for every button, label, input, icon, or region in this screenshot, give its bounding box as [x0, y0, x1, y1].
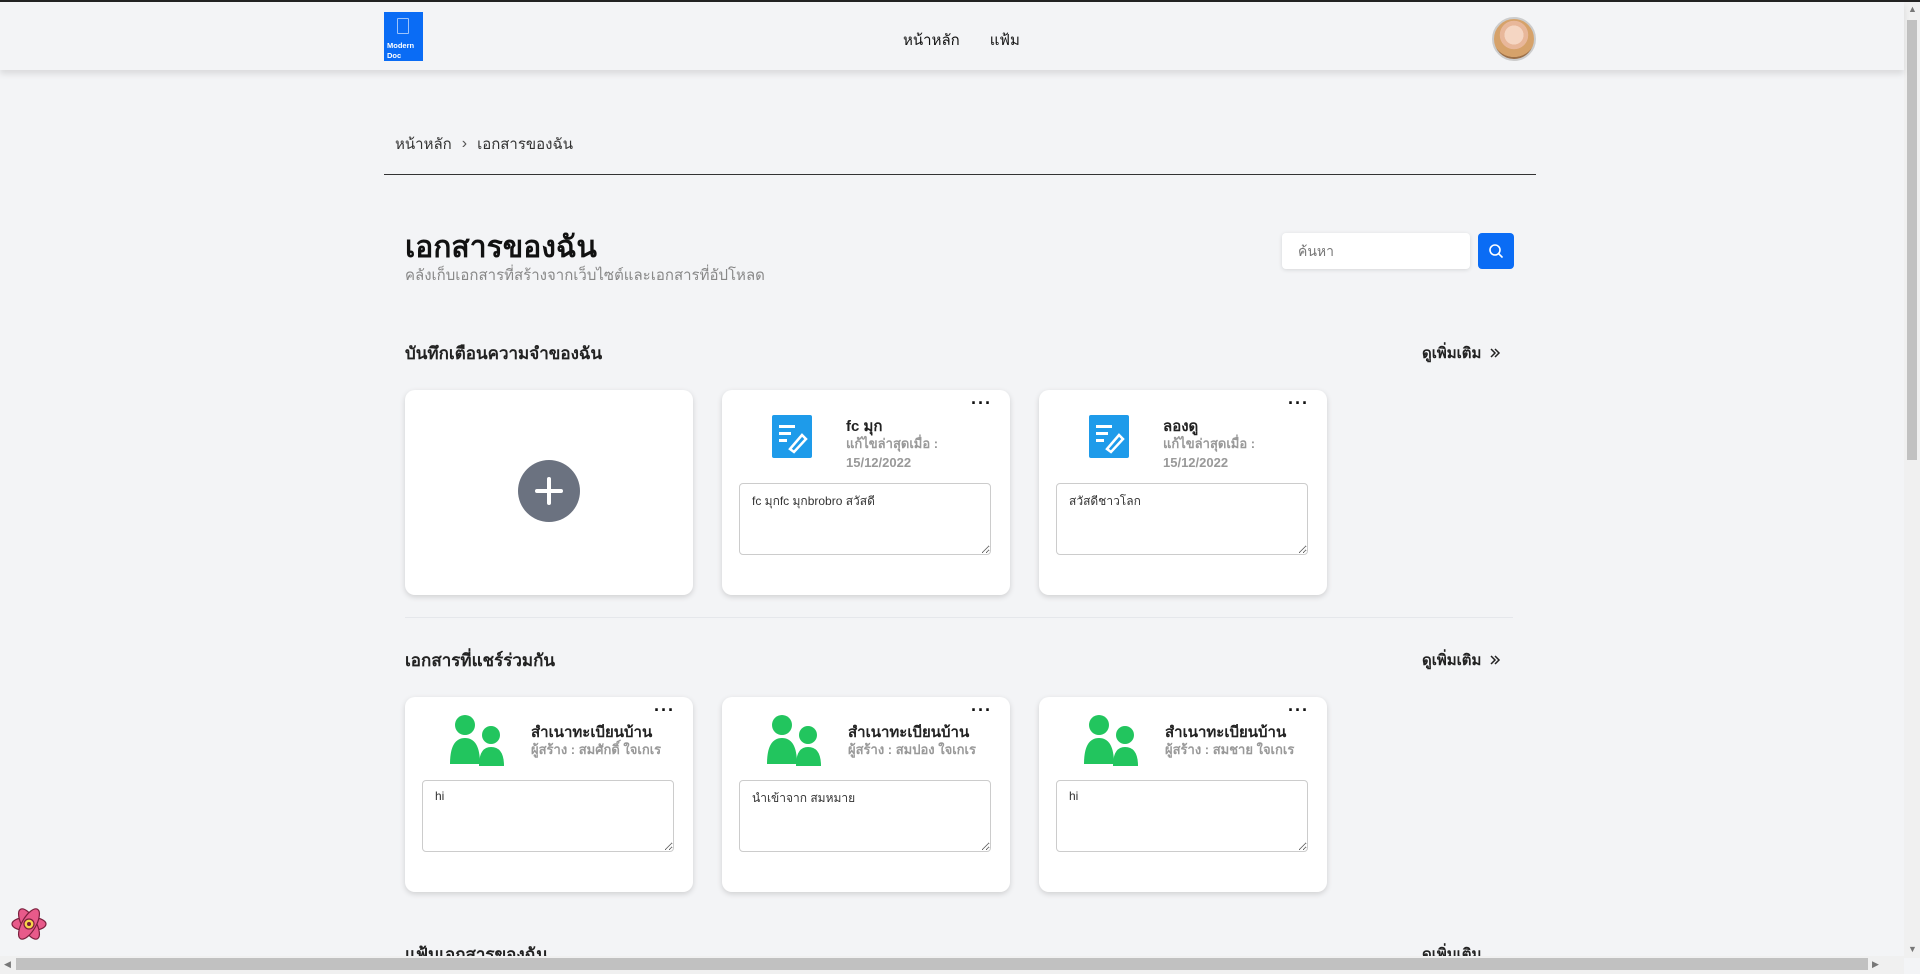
note-edit-icon: [772, 415, 812, 458]
plus-icon: [535, 477, 563, 505]
shared-doc-card[interactable]: ··· สำเนาทะเบียนบ้าน ผู้สร้าง : สมปอง ใจ…: [722, 697, 1010, 892]
more-options-icon[interactable]: ···: [1288, 394, 1309, 412]
shared-doc-card[interactable]: ··· สำเนาทะเบียนบ้าน ผู้สร้าง : สมศักดิ์…: [405, 697, 693, 892]
note-date: 15/12/2022: [846, 455, 912, 470]
breadcrumb: หน้าหลัก › เอกสารของฉัน: [395, 132, 573, 156]
notes-section-title: บันทึกเตือนความจำของฉัน: [405, 344, 603, 363]
note-meta-label: แก้ไขล่าสุดเมื่อ :: [846, 436, 939, 451]
shared-doc-card[interactable]: ··· สำเนาทะเบียนบ้าน ผู้สร้าง : สมชาย ใจ…: [1039, 697, 1327, 892]
note-card[interactable]: ··· ลองดู แก้ไขล่าสุดเมื่อ : 15/12/2022 …: [1039, 390, 1327, 595]
top-navbar: Modern Doc หน้าหลัก แฟ้ม: [0, 2, 1904, 70]
breadcrumb-current: เอกสารของฉัน: [477, 136, 573, 153]
doc-creator: ผู้สร้าง : สมศักดิ์ ใจเกเร: [531, 742, 662, 757]
breadcrumb-home[interactable]: หน้าหลัก: [395, 132, 452, 156]
note-content-textarea[interactable]: สวัสดีชาวโลก: [1056, 483, 1308, 555]
document-icon: [397, 18, 409, 34]
shared-section-title: เอกสารที่แชร์ร่วมกัน: [405, 651, 555, 670]
search-button[interactable]: [1478, 233, 1514, 269]
divider: [384, 174, 1536, 175]
shared-see-more[interactable]: ดูเพิ่มเติม: [1422, 648, 1501, 672]
users-icon: [450, 715, 504, 766]
section-divider: [405, 617, 1513, 618]
more-options-icon[interactable]: ···: [971, 394, 992, 412]
note-meta-label: แก้ไขล่าสุดเมื่อ :: [1163, 436, 1256, 451]
horizontal-scroll-thumb[interactable]: [16, 958, 1868, 970]
more-options-icon[interactable]: ···: [654, 701, 675, 719]
modern-doc-logo[interactable]: Modern Doc: [384, 12, 423, 61]
see-more-label: ดูเพิ่มเติม: [1422, 652, 1482, 669]
chevron-right-icon: ›: [461, 135, 468, 152]
doc-creator: ผู้สร้าง : สมปอง ใจเกเร: [848, 742, 976, 757]
double-chevron-right-icon: [1490, 655, 1501, 665]
doc-content-textarea[interactable]: นำเข้าจาก สมหมาย: [739, 780, 991, 852]
note-content-textarea[interactable]: fc มุกfc มุกbrobro สวัสดี: [739, 483, 991, 555]
double-chevron-right-icon: [1490, 348, 1501, 358]
see-more-label: ดูเพิ่มเติม: [1422, 345, 1482, 362]
users-icon: [767, 715, 821, 766]
search-icon: [1489, 244, 1503, 258]
note-meta: แก้ไขล่าสุดเมื่อ : 15/12/2022: [846, 434, 966, 472]
add-note-card[interactable]: [405, 390, 693, 595]
notes-see-more[interactable]: ดูเพิ่มเติม: [1422, 341, 1501, 365]
nav-home[interactable]: หน้าหลัก: [903, 28, 960, 52]
scroll-right-icon[interactable]: ▶: [1872, 959, 1879, 970]
more-options-icon[interactable]: ···: [1288, 701, 1309, 719]
main-nav: หน้าหลัก แฟ้ม: [903, 28, 1020, 52]
note-card[interactable]: ··· fc มุก แก้ไขล่าสุดเมื่อ : 15/12/2022…: [722, 390, 1010, 595]
logo-text-1: Modern: [387, 41, 415, 50]
scroll-down-icon[interactable]: ▼: [1908, 944, 1917, 954]
note-date: 15/12/2022: [1163, 455, 1229, 470]
scroll-up-icon[interactable]: ▲: [1908, 4, 1917, 14]
users-icon: [1084, 715, 1138, 766]
add-note-button[interactable]: [518, 460, 580, 522]
note-edit-icon: [1089, 415, 1129, 458]
page-subtitle: คลังเก็บเอกสารที่สร้างจากเว็บไซต์และเอกส…: [405, 267, 765, 284]
doc-content-textarea[interactable]: hi: [1056, 780, 1308, 852]
doc-content-textarea[interactable]: hi: [422, 780, 674, 852]
react-devtools-icon[interactable]: [10, 905, 48, 943]
search-input[interactable]: [1282, 233, 1470, 269]
more-options-icon[interactable]: ···: [971, 701, 992, 719]
doc-creator: ผู้สร้าง : สมชาย ใจเกเร: [1165, 742, 1295, 757]
vertical-scroll-thumb[interactable]: [1907, 20, 1917, 460]
logo-text-2: Doc: [387, 51, 402, 60]
note-meta: แก้ไขล่าสุดเมื่อ : 15/12/2022: [1163, 434, 1283, 472]
scroll-left-icon[interactable]: ◀: [4, 959, 11, 970]
user-avatar[interactable]: [1492, 17, 1536, 61]
nav-folders[interactable]: แฟ้ม: [990, 28, 1020, 52]
